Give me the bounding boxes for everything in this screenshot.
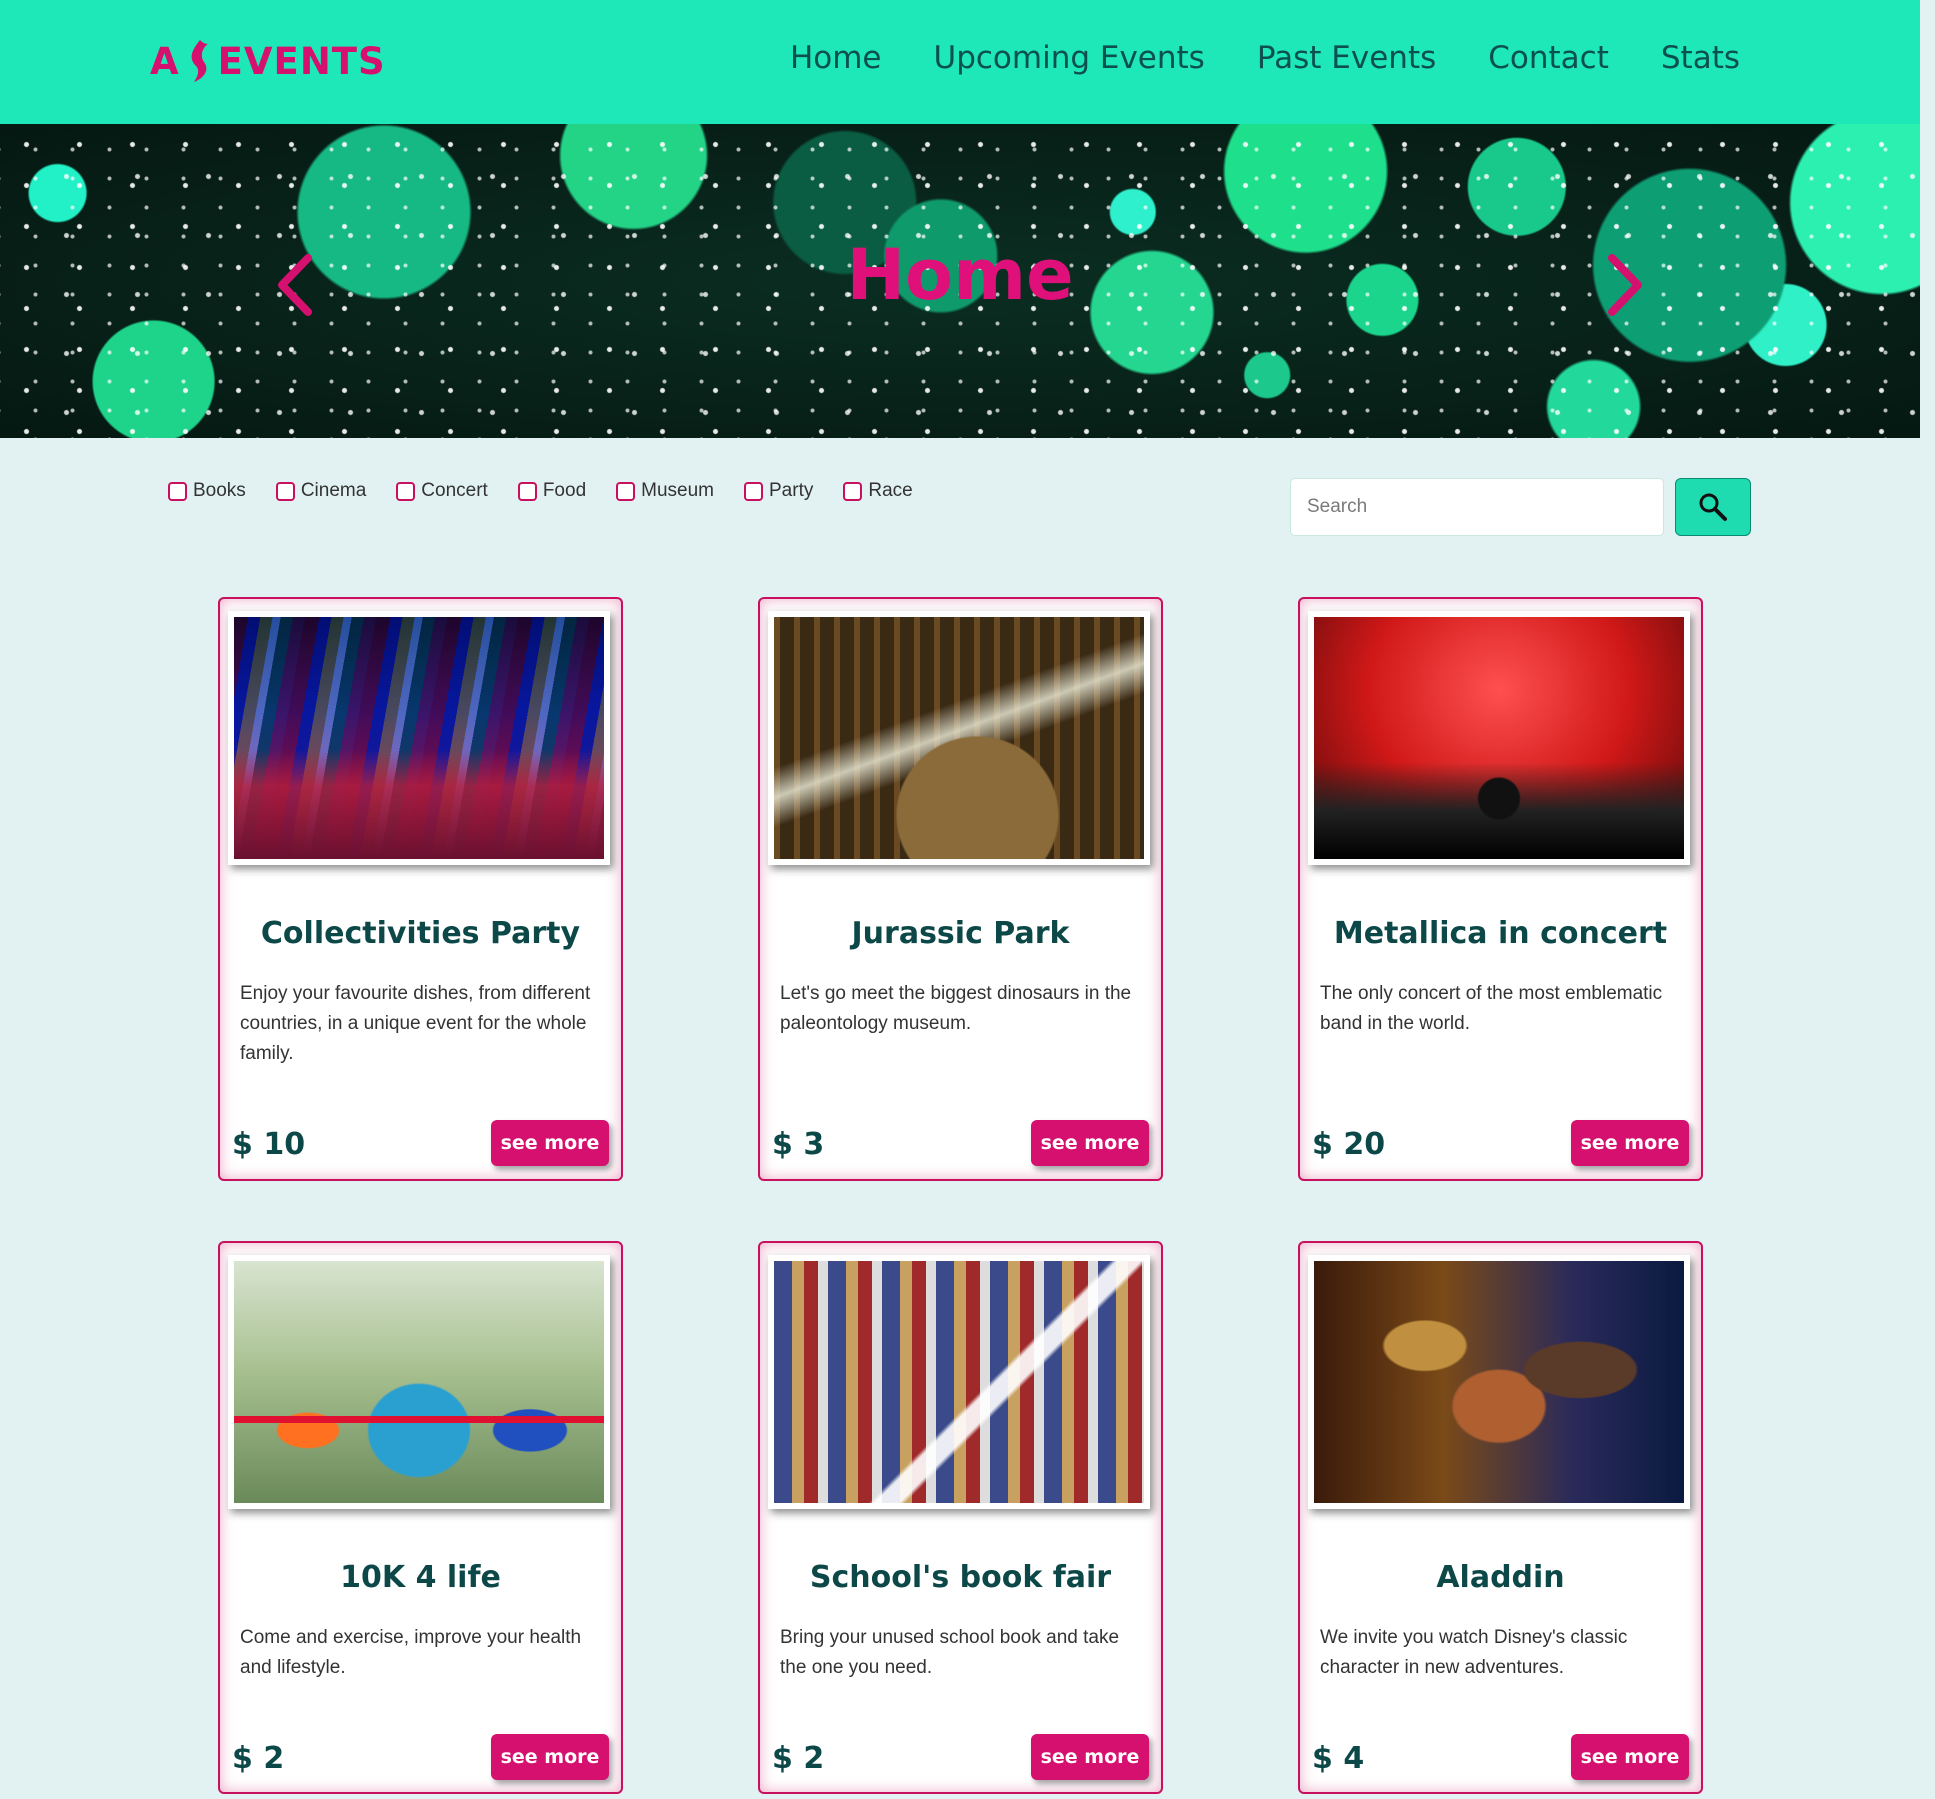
see-more-button[interactable]: see more	[491, 1734, 609, 1780]
event-price: $ 10	[232, 1127, 306, 1162]
checkbox[interactable]	[168, 481, 187, 501]
see-more-button[interactable]: see more	[1571, 1734, 1689, 1780]
event-price: $ 2	[772, 1741, 825, 1776]
event-title: Collectivities Party	[260, 916, 581, 951]
event-price: $ 20	[1312, 1127, 1386, 1162]
search-button[interactable]	[1675, 478, 1751, 536]
nav-past-events[interactable]: Past Events	[1257, 40, 1436, 76]
event-description: Bring your unused school book and take t…	[780, 1627, 1120, 1678]
event-price: $ 3	[772, 1127, 825, 1162]
checkbox[interactable]	[275, 481, 295, 501]
checkbox[interactable]	[843, 481, 863, 501]
event-price: $ 4	[1312, 1741, 1365, 1776]
event-card: Jurassic Park Let's go meet the biggest …	[758, 597, 1163, 1181]
event-image	[1308, 611, 1690, 865]
logo-flame-icon	[191, 40, 208, 82]
chevron-right-icon[interactable]	[1600, 250, 1650, 320]
nav-home[interactable]: Home	[790, 40, 882, 76]
filter-label: Race	[868, 480, 913, 501]
event-card: Metallica in concert The only concert of…	[1298, 597, 1703, 1181]
filter-label: Cinema	[300, 480, 367, 501]
see-more-button[interactable]: see more	[1031, 1734, 1149, 1780]
filter-concert[interactable]: Concert	[396, 480, 488, 502]
search-input[interactable]	[1290, 478, 1664, 536]
hero-banner: Home	[0, 124, 1920, 438]
event-price: $ 2	[232, 1741, 285, 1776]
checkbox[interactable]	[517, 481, 537, 501]
checkbox[interactable]	[744, 481, 763, 501]
nav-contact[interactable]: Contact	[1488, 40, 1609, 76]
filter-party[interactable]: Party	[744, 480, 813, 502]
filter-label: Books	[193, 480, 246, 501]
filter-label: Party	[769, 480, 814, 501]
event-card: School's book fair Bring your unused sch…	[758, 1241, 1163, 1794]
event-card: Aladdin We invite you watch Disney's cla…	[1298, 1241, 1703, 1794]
search-icon	[1699, 493, 1727, 521]
logo[interactable]: A EVENTS	[150, 36, 386, 86]
checkbox[interactable]	[396, 481, 416, 501]
event-image	[768, 611, 1150, 865]
event-description: We invite you watch Disney's classic cha…	[1320, 1627, 1628, 1678]
event-title: Aladdin	[1436, 1560, 1565, 1595]
filter-museum[interactable]: Museum	[616, 480, 714, 502]
see-more-button[interactable]: see more	[1571, 1120, 1689, 1166]
event-image	[768, 1255, 1150, 1509]
event-title: 10K 4 life	[340, 1560, 501, 1595]
see-more-button[interactable]: see more	[1031, 1120, 1149, 1166]
event-image	[228, 611, 610, 865]
event-description: Come and exercise, improve your health a…	[240, 1627, 582, 1678]
navbar: A EVENTS Home Upcoming Events Past Event…	[0, 0, 1920, 124]
filter-books[interactable]: Books	[168, 480, 246, 502]
see-more-button[interactable]: see more	[491, 1120, 609, 1166]
event-title: Jurassic Park	[851, 916, 1070, 951]
checkbox[interactable]	[616, 481, 636, 501]
event-image	[1308, 1255, 1690, 1509]
filter-label: Food	[542, 480, 587, 501]
filter-label: Concert	[421, 480, 488, 501]
event-title: Metallica in concert	[1333, 916, 1668, 951]
event-description: Let's go meet the biggest dinosaurs in t…	[780, 983, 1132, 1034]
logo-text-right: EVENTS	[217, 39, 386, 83]
event-card: Collectivities Party Enjoy your favourit…	[218, 597, 623, 1181]
event-image	[228, 1255, 610, 1509]
logo-text-left: A	[150, 39, 180, 83]
nav-stats[interactable]: Stats	[1661, 40, 1740, 76]
main-nav: Home Upcoming Events Past Events Contact…	[790, 40, 1740, 76]
filter-cinema[interactable]: Cinema	[275, 480, 367, 502]
filter-food[interactable]: Food	[517, 480, 587, 502]
event-description: Enjoy your favourite dishes, from differ…	[240, 983, 591, 1064]
event-title: School's book fair	[809, 1560, 1112, 1595]
nav-upcoming-events[interactable]: Upcoming Events	[934, 40, 1205, 76]
category-filters: Books Cinema Concert Food Museum Party R…	[168, 480, 913, 502]
filter-race[interactable]: Race	[843, 480, 913, 502]
event-card: 10K 4 life Come and exercise, improve yo…	[218, 1241, 623, 1794]
filter-label: Museum	[641, 480, 714, 501]
event-description: The only concert of the most emblematic …	[1320, 983, 1663, 1034]
